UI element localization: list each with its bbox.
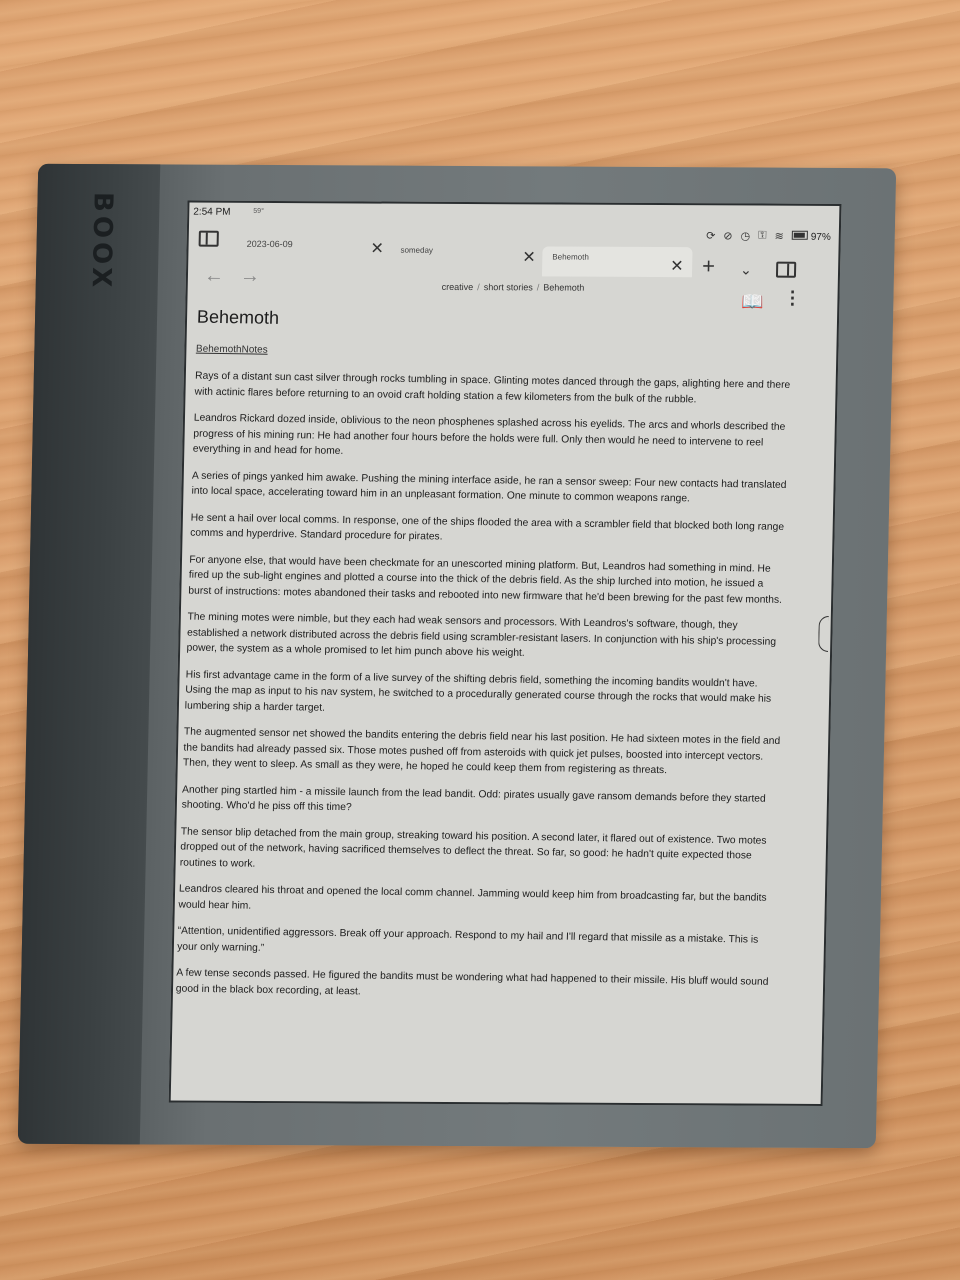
ereader-device: BOOX 2:54 PM 59° ⟳ ⊘ ◷ ⚿ ≋ 97% 2023-06-0…	[17, 163, 897, 1149]
paragraph: A series of pings yanked him awake. Push…	[191, 470, 787, 505]
side-scroll-handle[interactable]	[818, 615, 829, 652]
breadcrumb-behemoth[interactable]: Behemoth	[543, 282, 584, 292]
breadcrumb: creative / short stories / Behemoth	[442, 282, 585, 293]
device-grip	[17, 163, 161, 1145]
tab-2023-06-09[interactable]: 2023-06-09	[247, 239, 293, 249]
paragraph: A few tense seconds passed. He figured t…	[175, 967, 769, 997]
status-indicator: 59°	[253, 207, 264, 215]
paragraph: The sensor blip detached from the main g…	[179, 826, 767, 870]
breadcrumb-separator: /	[477, 282, 480, 293]
brand-logo: BOOX	[85, 192, 118, 292]
back-arrow-icon[interactable]: ←	[204, 265, 224, 288]
breadcrumb-separator: /	[536, 282, 540, 293]
tab-someday[interactable]: someday	[400, 246, 433, 255]
forward-arrow-icon[interactable]: →	[240, 265, 260, 288]
note-content: Behemoth BehemothNotes Rays of a distant…	[175, 307, 797, 1017]
status-time: 2:54 PM	[193, 206, 231, 218]
paragraph: Leandros Rickard dozed inside, oblivious…	[192, 412, 786, 457]
paragraph: The augmented sensor net showed the band…	[182, 726, 781, 777]
status-bar: 2:54 PM 59°	[189, 203, 839, 228]
paragraph: Another ping startled him - a missile la…	[181, 784, 766, 814]
eink-screen: 2:54 PM 59° ⟳ ⊘ ◷ ⚿ ≋ 97% 2023-06-09 ✕ s…	[168, 200, 842, 1106]
page-title: Behemoth	[196, 306, 280, 328]
paragraph: Rays of a distant sun cast silver throug…	[194, 370, 791, 405]
paragraph: “Attention, unidentified aggressors. Bre…	[177, 925, 759, 954]
paragraph: For anyone else, that would have been ch…	[188, 554, 783, 606]
sidebar-toggle-icon[interactable]	[198, 230, 219, 247]
close-icon[interactable]: ✕	[522, 249, 536, 266]
paragraph: The mining motes were nimble, but they e…	[186, 611, 777, 659]
paragraph: He sent a hail over local comms. In resp…	[190, 512, 785, 543]
paragraph: Leandros cleared his throat and opened t…	[178, 883, 767, 912]
breadcrumb-short-stories[interactable]: short stories	[484, 282, 533, 292]
book-icon[interactable]: 📖	[741, 291, 764, 312]
paragraph: His first advantage came in the form of …	[184, 669, 772, 714]
navigation-row: ← → creative / short stories / Behemoth …	[187, 265, 838, 312]
breadcrumb-creative[interactable]: creative	[442, 282, 474, 292]
tab-bar: 2023-06-09 ✕ someday ✕ Behemoth ✕ + ⌄	[188, 229, 839, 278]
internal-link[interactable]: BehemothNotes	[196, 344, 796, 364]
close-icon[interactable]: ✕	[370, 241, 384, 258]
tab-behemoth[interactable]: Behemoth	[552, 252, 589, 261]
more-vertical-icon[interactable]: ⋮	[783, 288, 801, 309]
